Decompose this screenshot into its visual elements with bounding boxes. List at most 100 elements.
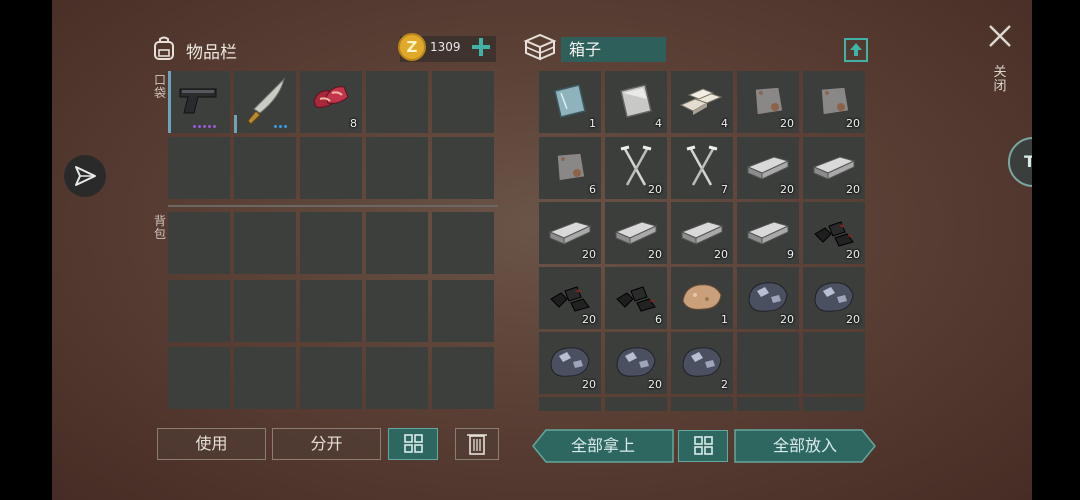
pocket-slot-2[interactable]	[234, 71, 296, 133]
backpack-slot[interactable]	[366, 212, 428, 274]
take-all-label: 全部拿上	[570, 436, 635, 455]
right-letterbox	[1032, 0, 1080, 500]
container-slot-4[interactable]: 20	[737, 71, 799, 133]
backpack-slot[interactable]	[366, 280, 428, 342]
item-quantity: 20	[780, 313, 794, 326]
pocket-slot-9[interactable]	[366, 137, 428, 199]
crate-icon	[523, 33, 557, 61]
close-button[interactable]: 关闭	[986, 22, 1014, 102]
sort-inventory-button[interactable]	[388, 428, 438, 460]
container-slot-10[interactable]: 20	[803, 137, 865, 199]
container-slot-partial[interactable]	[605, 397, 667, 411]
backpack-label: 背包	[153, 214, 166, 241]
iron-ore-icon	[550, 347, 590, 377]
container-slot-partial[interactable]	[671, 397, 733, 411]
container-slot-partial[interactable]	[737, 397, 799, 411]
coin-icon: Z	[398, 33, 426, 61]
backpack-slot[interactable]	[300, 280, 362, 342]
paper-plane-icon	[75, 166, 96, 186]
container-slot-15[interactable]: 20	[803, 202, 865, 264]
trash-button[interactable]	[455, 428, 499, 460]
backpack-slot[interactable]	[366, 347, 428, 409]
item-quantity: 20	[582, 248, 596, 261]
container-slot-partial[interactable]	[539, 397, 601, 411]
put-all-button[interactable]: 全部放入	[734, 429, 876, 463]
inventory-screen: 物品栏 Z 1309 口袋 背包 8 使用 分开 箱子 1 4 4 20 20 …	[52, 0, 1032, 500]
split-button[interactable]: 分开	[272, 428, 381, 460]
backpack-slot[interactable]	[300, 347, 362, 409]
pocket-slot-5[interactable]	[432, 71, 494, 133]
steel-ingots-icon	[679, 88, 723, 115]
sort-container-button[interactable]	[678, 430, 728, 462]
pocket-slot-3[interactable]: 8	[300, 71, 362, 133]
pocket-slot-1[interactable]	[168, 71, 230, 133]
container-slot-24[interactable]	[737, 332, 799, 394]
item-quantity: 6	[655, 313, 662, 326]
iron-bar-icon	[680, 221, 724, 245]
grid-sort-icon	[694, 436, 713, 455]
container-slot-19[interactable]: 20	[737, 267, 799, 329]
container-slot-21[interactable]: 20	[539, 332, 601, 394]
container-slot-16[interactable]: 20	[539, 267, 601, 329]
backpack-slot[interactable]	[234, 280, 296, 342]
container-slot-14[interactable]: 9	[737, 202, 799, 264]
container-slot-22[interactable]: 20	[605, 332, 667, 394]
item-quantity: 20	[648, 183, 662, 196]
item-quantity: 9	[787, 248, 794, 261]
container-slot-11[interactable]: 20	[539, 202, 601, 264]
container-slot-17[interactable]: 6	[605, 267, 667, 329]
pocket-slot-6[interactable]	[168, 137, 230, 199]
container-slot-7[interactable]: 20	[605, 137, 667, 199]
backpack-slot[interactable]	[234, 212, 296, 274]
pocket-slot-4[interactable]	[366, 71, 428, 133]
left-letterbox	[0, 0, 52, 500]
container-slot-18[interactable]: 1	[671, 267, 733, 329]
item-quantity: 20	[846, 248, 860, 261]
coin-count: 1309	[430, 40, 461, 54]
inventory-title: 物品栏	[186, 43, 237, 63]
metal-sheet-icon	[620, 84, 652, 118]
backpack-slot[interactable]	[168, 212, 230, 274]
raw-meat-icon	[313, 86, 349, 108]
pocket-slot-8[interactable]	[300, 137, 362, 199]
upload-button[interactable]	[844, 38, 868, 62]
item-quantity: 20	[846, 183, 860, 196]
add-coins-button[interactable]	[468, 34, 494, 60]
item-quantity: 20	[582, 378, 596, 391]
backpack-slot[interactable]	[168, 280, 230, 342]
backpack-slot[interactable]	[300, 212, 362, 274]
container-slot-9[interactable]: 20	[737, 137, 799, 199]
quality-dots	[193, 125, 216, 128]
take-all-button[interactable]: 全部拿上	[532, 429, 674, 463]
container-slot-20[interactable]: 20	[803, 267, 865, 329]
backpack-slot[interactable]	[432, 347, 494, 409]
container-slot-12[interactable]: 20	[605, 202, 667, 264]
backpack-slot[interactable]	[234, 347, 296, 409]
backpack-slot[interactable]	[432, 280, 494, 342]
pocket-slot-7[interactable]	[234, 137, 296, 199]
container-slot-13[interactable]: 20	[671, 202, 733, 264]
container-title-field[interactable]: 箱子	[561, 37, 666, 62]
rusty-metal-plate-icon	[754, 86, 784, 116]
item-quantity: 20	[846, 117, 860, 130]
iron-ore-icon	[748, 282, 788, 312]
pocket-slot-10[interactable]	[432, 137, 494, 199]
plus-icon	[472, 38, 490, 56]
container-slot-2[interactable]: 4	[605, 71, 667, 133]
container-slot-5[interactable]: 20	[803, 71, 865, 133]
container-slot-6[interactable]: 6	[539, 137, 601, 199]
item-quantity: 4	[655, 117, 662, 130]
backpack-slot[interactable]	[432, 212, 494, 274]
container-slot-8[interactable]: 7	[671, 137, 733, 199]
backpack-slot[interactable]	[168, 347, 230, 409]
container-slot-23[interactable]: 2	[671, 332, 733, 394]
container-slot-1[interactable]: 1	[539, 71, 601, 133]
share-button[interactable]	[64, 155, 106, 197]
container-slot-25[interactable]	[803, 332, 865, 394]
coal-icon	[814, 221, 854, 247]
container-slot-partial[interactable]	[803, 397, 865, 411]
coal-icon	[550, 286, 590, 312]
use-button[interactable]: 使用	[157, 428, 266, 460]
container-slot-3[interactable]: 4	[671, 71, 733, 133]
side-round-button[interactable]: T	[1008, 137, 1032, 187]
